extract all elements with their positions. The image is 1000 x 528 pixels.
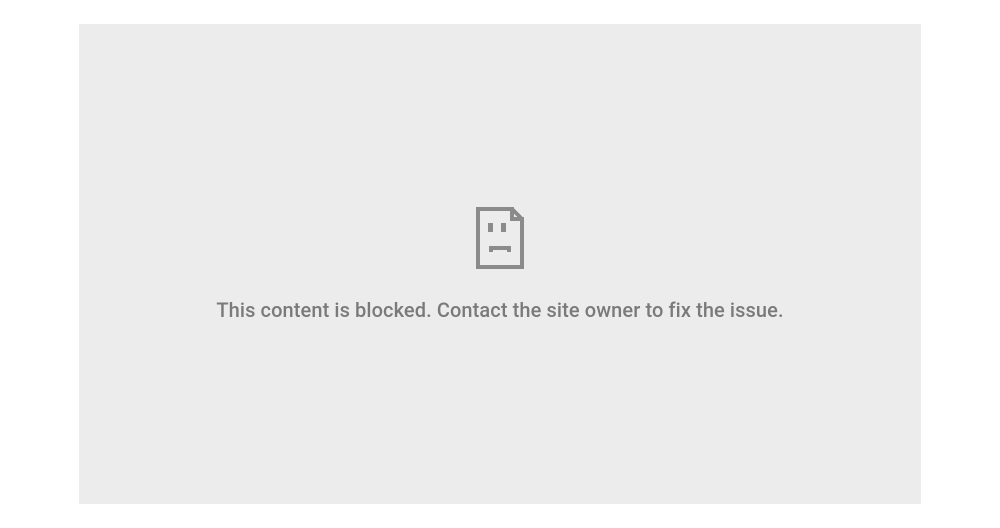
sad-page-icon [475, 206, 525, 270]
blocked-content-panel: This content is blocked. Contact the sit… [79, 24, 921, 504]
blocked-content-message: This content is blocked. Contact the sit… [216, 298, 783, 322]
